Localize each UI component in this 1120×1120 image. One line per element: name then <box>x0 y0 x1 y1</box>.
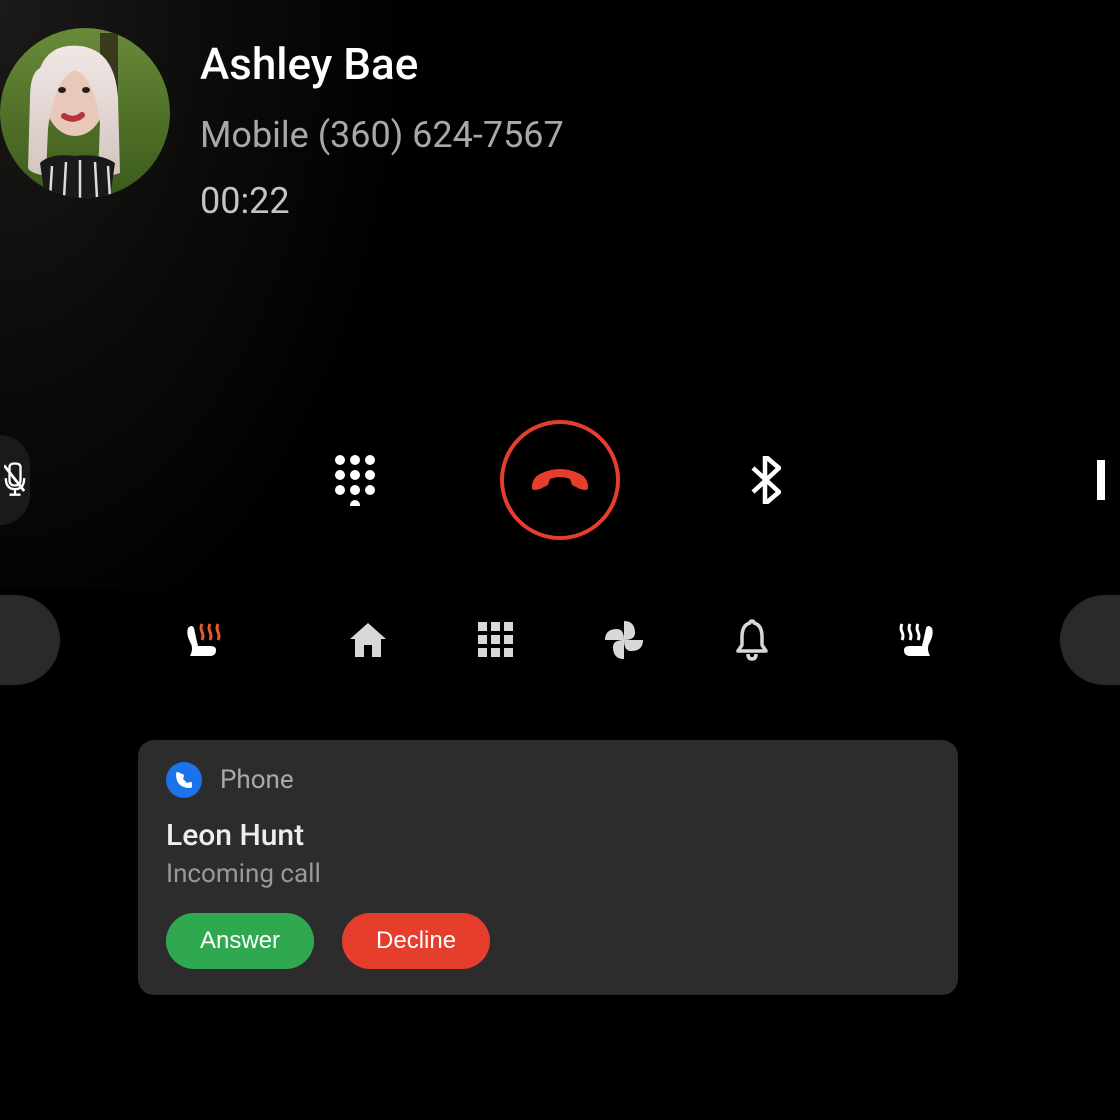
heated-seat-right-icon <box>896 618 940 662</box>
call-controls <box>0 420 1120 540</box>
mic-off-icon <box>4 462 26 498</box>
pause-button[interactable] <box>1090 435 1120 525</box>
notification-app-name: Phone <box>220 765 294 795</box>
decline-button[interactable]: Decline <box>342 913 490 969</box>
heated-seat-left-button[interactable] <box>178 616 226 664</box>
fan-icon <box>603 619 645 661</box>
hvac-button[interactable] <box>600 616 648 664</box>
apps-grid-icon <box>478 622 514 658</box>
contact-phone: Mobile (360) 624-7567 <box>200 114 564 156</box>
avatar-image <box>0 28 170 198</box>
dialpad-button[interactable] <box>325 450 385 510</box>
pause-icon <box>1097 460 1113 500</box>
answer-button[interactable]: Answer <box>166 913 314 969</box>
heated-seat-right-button[interactable] <box>894 616 942 664</box>
bluetooth-icon <box>735 450 795 510</box>
call-duration: 00:22 <box>200 180 564 222</box>
heated-seat-left-icon <box>180 618 224 662</box>
bell-icon <box>734 619 770 661</box>
notification-actions: Answer Decline <box>166 913 930 969</box>
incoming-caller-name: Leon Hunt <box>166 818 930 853</box>
climate-left-edge[interactable] <box>0 595 60 685</box>
dialpad-icon <box>325 450 385 510</box>
apps-button[interactable] <box>472 616 520 664</box>
incoming-call-notification: Phone Leon Hunt Incoming call Answer Dec… <box>138 740 958 995</box>
bottom-nav-bar <box>0 590 1120 690</box>
contact-name: Ashley Bae <box>200 38 564 90</box>
bluetooth-button[interactable] <box>735 450 795 510</box>
notifications-button[interactable] <box>728 616 776 664</box>
call-header: Ashley Bae Mobile (360) 624-7567 00:22 <box>0 0 1120 222</box>
phone-hangup-icon <box>528 467 592 493</box>
contact-avatar <box>0 28 170 198</box>
notification-header: Phone <box>166 762 930 798</box>
mute-button[interactable] <box>0 435 30 525</box>
bottom-center-nav <box>344 616 776 664</box>
incoming-call-status: Incoming call <box>166 859 930 889</box>
call-info: Ashley Bae Mobile (360) 624-7567 00:22 <box>200 20 564 222</box>
home-button[interactable] <box>344 616 392 664</box>
home-icon <box>348 621 388 659</box>
end-call-button[interactable] <box>500 420 620 540</box>
climate-right-edge[interactable] <box>1060 595 1120 685</box>
phone-app-icon <box>166 762 202 798</box>
